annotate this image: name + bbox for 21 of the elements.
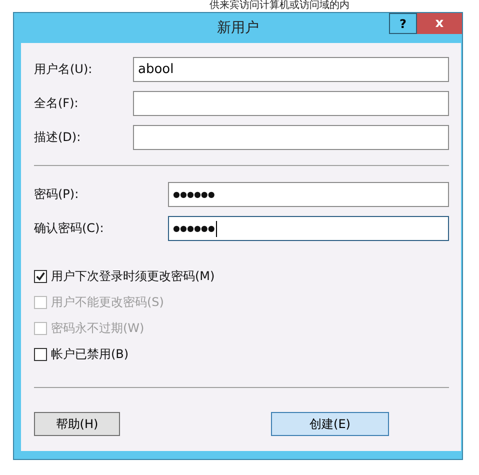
field-label: 确认密码(C): xyxy=(34,220,105,237)
field-label: 全名(F): xyxy=(34,95,80,112)
dialog-button[interactable]: 创建(E) xyxy=(271,412,389,436)
checkbox[interactable] xyxy=(34,270,47,282)
checkbox-label: 帐户已禁用(B) xyxy=(51,346,129,362)
password-field[interactable]: ●●●●●● xyxy=(168,182,449,207)
checkbox-label: 用户下次登录时须更改密码(M) xyxy=(51,268,215,284)
close-button[interactable]: x xyxy=(417,13,462,34)
window-title: 新用户 xyxy=(217,19,259,37)
help-button[interactable]: ? xyxy=(389,13,417,34)
dialog-button[interactable]: 帮助(H) xyxy=(34,412,120,436)
input-field[interactable] xyxy=(133,91,449,116)
password-field[interactable]: ●●●●●● xyxy=(168,216,449,241)
checkbox-label: 密码永不过期(W) xyxy=(51,320,144,336)
field-label: 用户名(U): xyxy=(34,61,94,78)
checkbox-label: 用户不能更改密码(S) xyxy=(51,294,164,310)
input-field[interactable]: abool xyxy=(133,57,449,82)
input-field[interactable] xyxy=(133,125,449,150)
field-label: 密码(P): xyxy=(34,186,80,203)
checkbox[interactable] xyxy=(34,348,47,360)
field-label: 描述(D): xyxy=(34,129,82,146)
